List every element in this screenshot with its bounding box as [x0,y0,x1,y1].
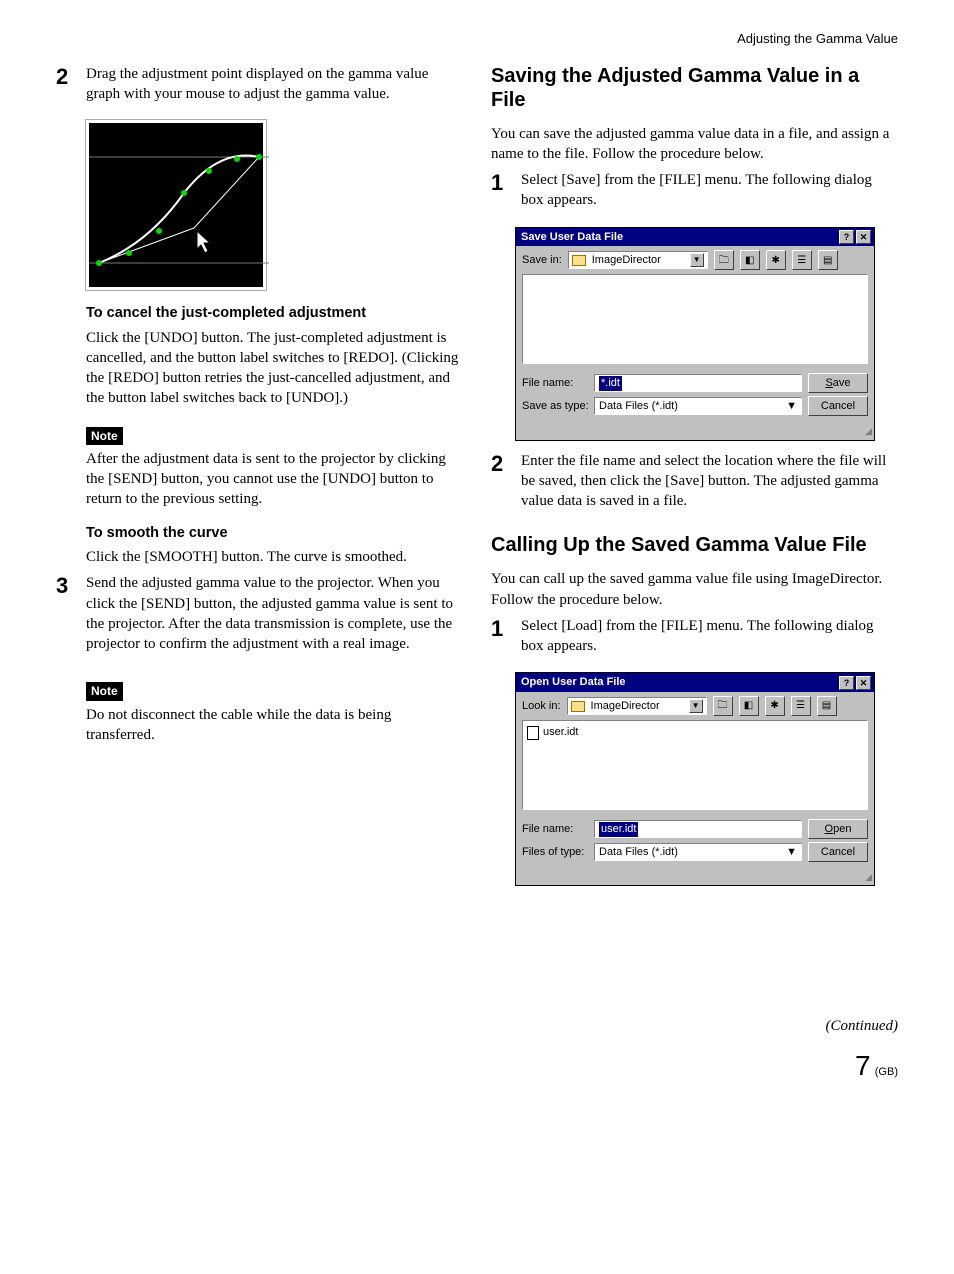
dialog-titlebar: Save User Data File ? ✕ [516,228,874,247]
saving-step-1: 1 Select [Save] from the [FILE] menu. Th… [491,170,898,217]
dialog-titlebar: Open User Data File ? ✕ [516,673,874,692]
step-3: 3 Send the adjusted gamma value to the p… [56,573,463,660]
left-column: 2 Drag the adjustment point displayed on… [56,58,463,897]
file-list[interactable] [522,274,868,364]
folder-icon [572,255,586,266]
note1-body: After the adjustment data is sent to the… [86,449,463,510]
close-button[interactable]: ✕ [856,676,871,690]
folder-name: ImageDirector [591,699,660,714]
save-as-type-dropdown[interactable]: Data Files (*.idt) ▼ [594,397,802,415]
saving-intro: You can save the adjusted gamma value da… [491,124,898,165]
cancel-body: Click the [UNDO] button. The just-comple… [86,328,463,409]
file-name-label: File name: [522,376,588,391]
step-text: Send the adjusted gamma value to the pro… [86,573,463,654]
file-name-input[interactable]: user.idt [594,820,802,838]
help-button[interactable]: ? [839,676,854,690]
file-item[interactable]: user.idt [527,725,863,740]
details-view-button[interactable]: ▤ [817,696,837,716]
page-number-value: 7 [855,1050,871,1081]
up-one-level-button[interactable]: 🗀 [714,250,734,270]
up-one-level-button[interactable]: 🗀 [713,696,733,716]
resize-grip[interactable]: ◢ [516,425,874,439]
resize-grip[interactable]: ◢ [516,871,874,885]
document-icon [527,726,539,740]
step-2: 2 Drag the adjustment point displayed on… [56,64,463,111]
folder-icon [571,701,585,712]
calling-title: Calling Up the Saved Gamma Value File [491,533,898,557]
list-view-button[interactable]: ☰ [791,696,811,716]
note2-body: Do not disconnect the cable while the da… [86,705,463,746]
details-view-button[interactable]: ▤ [818,250,838,270]
step-text: Select [Load] from the [FILE] menu. The … [521,616,898,657]
look-in-label: Look in: [522,699,561,714]
new-folder-button[interactable]: ✱ [765,696,785,716]
type-value: Data Files (*.idt) [599,399,678,414]
chevron-down-icon[interactable]: ▼ [689,699,703,713]
smooth-heading: To smooth the curve [86,524,463,544]
folder-name: ImageDirector [592,253,661,268]
calling-intro: You can call up the saved gamma value fi… [491,569,898,610]
save-dialog: Save User Data File ? ✕ Save in: ImageDi… [515,227,875,441]
save-as-type-label: Save as type: [522,399,588,414]
save-in-dropdown[interactable]: ImageDirector ▼ [568,251,708,269]
right-column: Saving the Adjusted Gamma Value in a Fil… [491,58,898,897]
note-label: Note [86,427,123,445]
file-name-value: user.idt [599,822,638,837]
close-button[interactable]: ✕ [856,230,871,244]
new-folder-button[interactable]: ✱ [766,250,786,270]
file-item-label: user.idt [543,725,578,740]
dialog-title: Open User Data File [521,675,626,690]
file-name-value: *.idt [599,376,622,391]
save-button[interactable]: Save [808,373,868,393]
files-of-type-label: Files of type: [522,845,588,860]
step-number: 2 [56,64,76,111]
files-of-type-dropdown[interactable]: Data Files (*.idt) ▼ [594,843,802,861]
saving-title: Saving the Adjusted Gamma Value in a Fil… [491,64,898,112]
step-number: 1 [491,170,511,217]
step-number: 2 [491,451,511,518]
type-value: Data Files (*.idt) [599,845,678,860]
desktop-button[interactable]: ◧ [740,250,760,270]
file-name-label: File name: [522,822,588,837]
saving-step-2: 2 Enter the file name and select the loc… [491,451,898,518]
look-in-dropdown[interactable]: ImageDirector ▼ [567,697,707,715]
file-list[interactable]: user.idt [522,720,868,810]
note-label: Note [86,682,123,700]
calling-step-1: 1 Select [Load] from the [FILE] menu. Th… [491,616,898,663]
page-region: (GB) [875,1066,898,1078]
chevron-down-icon[interactable]: ▼ [786,845,797,860]
open-dialog: Open User Data File ? ✕ Look in: ImageDi… [515,672,875,886]
list-view-button[interactable]: ☰ [792,250,812,270]
dialog-title: Save User Data File [521,230,623,245]
step-number: 1 [491,616,511,663]
help-button[interactable]: ? [839,230,854,244]
desktop-button[interactable]: ◧ [739,696,759,716]
smooth-body: Click the [SMOOTH] button. The curve is … [86,547,463,567]
open-button[interactable]: Open [808,819,868,839]
step-text: Drag the adjustment point displayed on t… [86,64,463,105]
cancel-button[interactable]: Cancel [808,842,868,862]
step-number: 3 [56,573,76,660]
chevron-down-icon[interactable]: ▼ [690,253,704,267]
step-text: Enter the file name and select the locat… [521,451,898,512]
cancel-button[interactable]: Cancel [808,396,868,416]
file-name-input[interactable]: *.idt [594,374,802,392]
chevron-down-icon[interactable]: ▼ [786,399,797,414]
gamma-graph [86,120,266,290]
page-number: 7 (GB) [56,1047,898,1085]
section-header: Adjusting the Gamma Value [56,30,898,48]
continued-marker: (Continued) [56,1016,898,1036]
save-in-label: Save in: [522,253,562,268]
step-text: Select [Save] from the [FILE] menu. The … [521,170,898,211]
cancel-heading: To cancel the just-completed adjustment [86,304,463,324]
